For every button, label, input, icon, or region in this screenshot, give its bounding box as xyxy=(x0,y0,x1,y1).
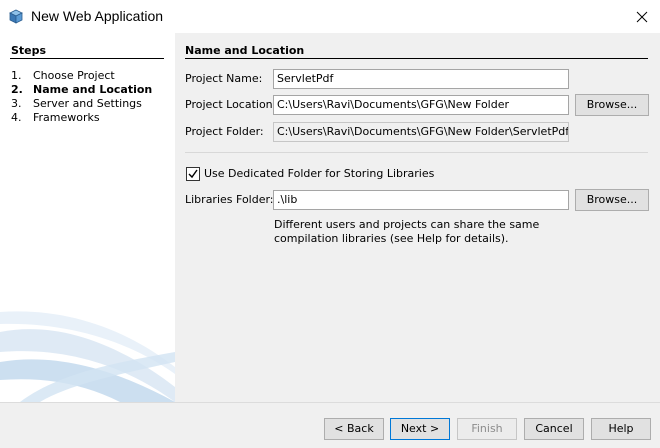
separator xyxy=(185,152,648,153)
close-button[interactable] xyxy=(624,0,660,33)
close-icon xyxy=(636,11,648,22)
step-label: Frameworks xyxy=(33,111,100,124)
button-bar: < Back Next > Finish Cancel Help xyxy=(0,402,660,448)
project-name-label: Project Name: xyxy=(185,72,263,85)
steps-divider xyxy=(10,58,164,59)
section-title: Name and Location xyxy=(185,44,305,57)
step-label: Name and Location xyxy=(33,83,153,96)
project-folder-field: C:\Users\Ravi\Documents\GFG\New Folder\S… xyxy=(273,122,569,142)
title-bar: New Web Application xyxy=(0,0,660,33)
libraries-folder-label: Libraries Folder: xyxy=(185,193,274,206)
libraries-folder-input[interactable]: .\lib xyxy=(273,190,569,210)
project-name-input[interactable]: ServletPdf xyxy=(273,69,569,89)
step-number: 4. xyxy=(11,111,22,124)
dedicated-folder-checkbox[interactable] xyxy=(186,167,200,181)
step-number: 2. xyxy=(11,83,23,96)
dedicated-folder-label[interactable]: Use Dedicated Folder for Storing Librari… xyxy=(204,165,434,183)
step-label: Choose Project xyxy=(33,69,115,82)
step-number: 3. xyxy=(11,97,22,110)
decorative-swoosh-graphic xyxy=(0,311,175,402)
cancel-button[interactable]: Cancel xyxy=(524,418,584,440)
window-title: New Web Application xyxy=(31,8,164,24)
step-item-frameworks: 4. Frameworks xyxy=(11,111,152,125)
steps-heading: Steps xyxy=(11,44,47,57)
help-button[interactable]: Help xyxy=(591,418,651,440)
steps-list: 1. Choose Project 2. Name and Location 3. S… xyxy=(11,69,152,125)
step-number: 1. xyxy=(11,69,22,82)
section-divider xyxy=(185,58,648,59)
browse-libraries-button[interactable]: Browse... xyxy=(575,189,649,211)
libraries-help-text: Different users and projects can share t… xyxy=(274,218,540,245)
step-item-server-and-settings: 3. Server and Settings xyxy=(11,97,152,111)
steps-panel: Steps 1. Choose Project 2. Name and Locati… xyxy=(0,33,175,402)
project-folder-label: Project Folder: xyxy=(185,125,264,138)
netbeans-cube-icon xyxy=(9,9,23,24)
finish-button: Finish xyxy=(457,418,517,440)
next-button[interactable]: Next > xyxy=(390,418,450,440)
step-item-name-and-location: 2. Name and Location xyxy=(11,83,152,97)
checkmark-icon xyxy=(188,169,198,179)
name-and-location-panel: Name and Location Project Name: ServletP… xyxy=(175,33,660,402)
step-item-choose-project: 1. Choose Project xyxy=(11,69,152,83)
browse-location-button[interactable]: Browse... xyxy=(575,94,649,116)
project-location-label: Project Location: xyxy=(185,98,277,111)
back-button[interactable]: < Back xyxy=(324,418,384,440)
step-label: Server and Settings xyxy=(33,97,142,110)
project-location-input[interactable]: C:\Users\Ravi\Documents\GFG\New Folder xyxy=(273,95,569,115)
